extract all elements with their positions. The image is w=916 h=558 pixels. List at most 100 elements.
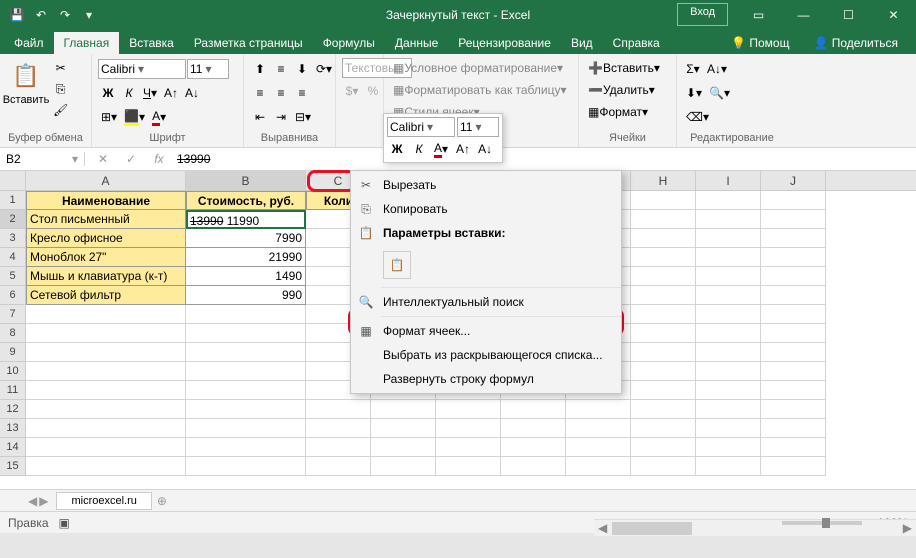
cell[interactable] <box>696 286 761 305</box>
cancel-edit-icon[interactable]: ✕ <box>93 152 113 166</box>
save-icon[interactable]: 💾 <box>6 4 28 26</box>
close-icon[interactable]: ✕ <box>871 0 916 29</box>
cell[interactable] <box>186 381 306 400</box>
cell[interactable]: 990 <box>186 286 306 305</box>
mini-bold-icon[interactable]: Ж <box>387 139 407 159</box>
fill-color-button[interactable]: ⬛▾ <box>121 107 148 127</box>
cell[interactable] <box>696 381 761 400</box>
cm-pick-from-list[interactable]: Выбрать из раскрывающегося списка... <box>351 343 621 367</box>
cell[interactable] <box>761 400 826 419</box>
cell[interactable]: 7990 <box>186 229 306 248</box>
formula-input[interactable]: 13990 <box>177 152 908 166</box>
align-bottom-icon[interactable]: ⬇ <box>292 59 312 79</box>
cell[interactable] <box>631 286 696 305</box>
tab-file[interactable]: Файл <box>4 32 54 54</box>
cell[interactable] <box>631 267 696 286</box>
sheet-next-icon[interactable]: ▶ <box>39 494 48 508</box>
cell[interactable] <box>761 324 826 343</box>
cell[interactable]: Стоимость, руб. <box>186 191 306 210</box>
cell[interactable] <box>761 419 826 438</box>
cell[interactable] <box>371 457 436 476</box>
cell[interactable] <box>26 343 186 362</box>
cell[interactable] <box>186 419 306 438</box>
cell[interactable] <box>566 400 631 419</box>
cm-format-cells[interactable]: ▦Формат ячеек... <box>351 319 621 343</box>
row-header[interactable]: 6 <box>0 286 26 305</box>
cell[interactable] <box>761 381 826 400</box>
cm-smart-lookup[interactable]: 🔍Интеллектуальный поиск <box>351 290 621 314</box>
cell[interactable] <box>696 229 761 248</box>
cell[interactable] <box>696 267 761 286</box>
qat-customize-icon[interactable]: ▾ <box>78 4 100 26</box>
cell[interactable] <box>501 457 566 476</box>
fill-icon[interactable]: ⬇▾ <box>683 83 705 103</box>
cell[interactable]: 21990 <box>186 248 306 267</box>
cm-copy[interactable]: ⎘Копировать <box>351 197 621 221</box>
align-top-icon[interactable]: ⬆ <box>250 59 270 79</box>
cell[interactable] <box>26 419 186 438</box>
paste-option-button[interactable]: 📋 <box>383 251 411 279</box>
row-header[interactable]: 13 <box>0 419 26 438</box>
cell[interactable] <box>631 438 696 457</box>
row-header[interactable]: 3 <box>0 229 26 248</box>
cell[interactable] <box>696 438 761 457</box>
insert-cells-button[interactable]: ➕ Вставить ▾ <box>585 58 673 78</box>
indent-inc-icon[interactable]: ⇥ <box>271 107 291 127</box>
tab-formulas[interactable]: Формулы <box>313 32 385 54</box>
autosum-icon[interactable]: Σ▾ <box>683 59 703 79</box>
cut-icon[interactable]: ✂ <box>50 58 71 78</box>
cell[interactable] <box>631 419 696 438</box>
cm-expand-formula-bar[interactable]: Развернуть строку формул <box>351 367 621 391</box>
cell[interactable] <box>696 419 761 438</box>
cell[interactable] <box>631 381 696 400</box>
cell[interactable]: Наименование <box>26 191 186 210</box>
cell[interactable]: Кресло офисное <box>26 229 186 248</box>
undo-icon[interactable]: ↶ <box>30 4 52 26</box>
fx-icon[interactable]: fx <box>149 152 169 166</box>
row-header[interactable]: 9 <box>0 343 26 362</box>
cell[interactable] <box>761 229 826 248</box>
tab-view[interactable]: Вид <box>561 32 603 54</box>
cell[interactable] <box>696 248 761 267</box>
name-box[interactable]: B2▾ <box>0 152 85 166</box>
cell[interactable] <box>26 381 186 400</box>
cell[interactable]: Сетевой фильтр <box>26 286 186 305</box>
cell[interactable] <box>631 191 696 210</box>
cell[interactable] <box>761 305 826 324</box>
cell[interactable] <box>186 457 306 476</box>
cell[interactable] <box>26 457 186 476</box>
col-H[interactable]: H <box>631 171 696 190</box>
row-header[interactable]: 15 <box>0 457 26 476</box>
format-painter-icon[interactable]: 🖌 <box>50 100 71 120</box>
horizontal-scrollbar[interactable]: ◀▶ <box>594 519 916 536</box>
cell[interactable] <box>761 267 826 286</box>
mini-font-combo[interactable]: Calibri▾ <box>387 117 455 137</box>
cell[interactable] <box>306 457 371 476</box>
row-header[interactable]: 7 <box>0 305 26 324</box>
cell[interactable] <box>631 210 696 229</box>
cell[interactable] <box>761 362 826 381</box>
maximize-icon[interactable]: ☐ <box>826 0 871 29</box>
cell[interactable] <box>501 400 566 419</box>
col-A[interactable]: A <box>26 171 186 190</box>
row-header[interactable]: 1 <box>0 191 26 210</box>
cell[interactable] <box>371 438 436 457</box>
tab-review[interactable]: Рецензирование <box>448 32 561 54</box>
currency-icon[interactable]: $▾ <box>342 81 362 101</box>
find-icon[interactable]: 🔍▾ <box>706 83 733 103</box>
format-cells-button[interactable]: ▦ Формат ▾ <box>585 102 673 122</box>
cell[interactable] <box>696 362 761 381</box>
mini-growfont-icon[interactable]: A↑ <box>453 139 473 159</box>
tab-data[interactable]: Данные <box>385 32 448 54</box>
cell[interactable] <box>306 400 371 419</box>
percent-icon[interactable]: % <box>363 81 383 101</box>
cell[interactable] <box>371 400 436 419</box>
cell[interactable] <box>566 438 631 457</box>
cell[interactable] <box>696 324 761 343</box>
mini-italic-icon[interactable]: К <box>409 139 429 159</box>
cell[interactable] <box>566 457 631 476</box>
cell[interactable] <box>631 229 696 248</box>
cell[interactable] <box>306 438 371 457</box>
row-header[interactable]: 11 <box>0 381 26 400</box>
cell[interactable] <box>501 419 566 438</box>
